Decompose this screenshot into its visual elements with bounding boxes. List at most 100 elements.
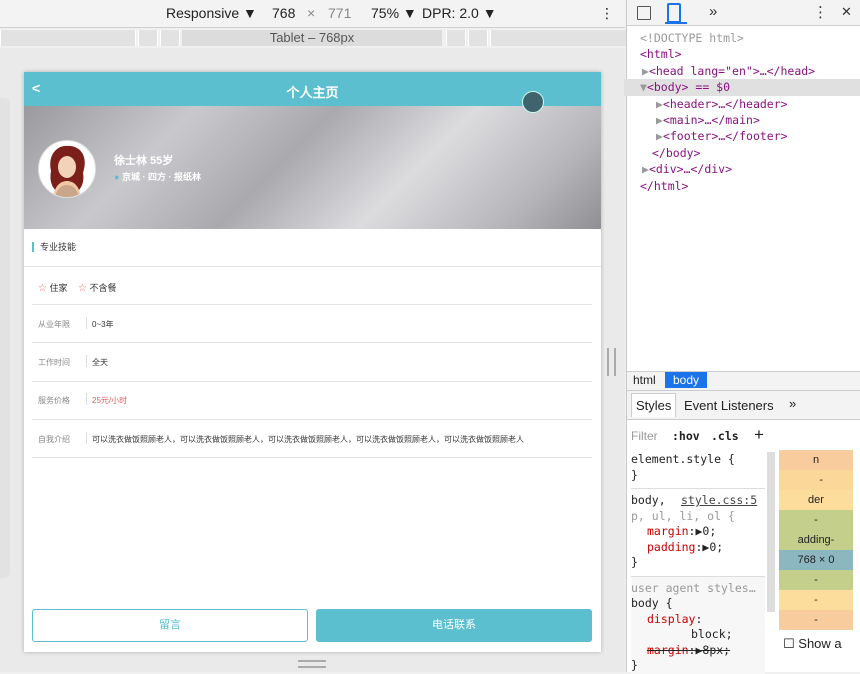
hov-toggle[interactable]: :hov [672,429,700,443]
devtools-toolbar: » ⋮ ✕ [627,0,860,26]
show-all-checkbox[interactable]: ☐ Show a [783,636,842,652]
box-model-content: 768 × 0 [779,550,853,570]
divider [32,457,592,458]
box-model-border: - [779,590,853,610]
star-outline-icon: ☆ [38,283,47,294]
ruler-segment[interactable] [446,30,466,46]
row-separator [86,393,87,405]
more-tabs-icon[interactable]: » [789,396,796,411]
device-toolbar: Responsive ▼ 768 × 771 75% ▼ DPR: 2.0 ▼ … [0,0,625,28]
intro-value: 可以洗衣做饭照顾老人，可以洗衣做饭照顾老人，可以洗衣做饭照顾老人，可以洗衣做饭照… [92,435,524,444]
call-button[interactable]: 电话联系 [316,609,592,642]
divider [32,381,592,382]
dom-node[interactable]: ▶<main>…</main> [640,112,860,128]
scrollbar[interactable] [767,452,775,612]
row-label: 从业年限 [38,320,70,329]
tab-styles[interactable]: Styles [631,393,677,417]
box-model-padding: adding- [779,530,853,550]
device-mode-select[interactable]: Responsive ▼ [166,5,257,21]
close-icon[interactable]: ✕ [841,4,852,20]
dom-node-selected[interactable]: ▼<body> == $0 [624,79,860,96]
box-model-border: der [779,490,853,510]
resize-handle[interactable] [607,348,616,376]
dom-node[interactable]: ▶<head lang="en">…</head> [640,63,860,79]
profile-banner: 徐士林 55岁 ● 京城 · 四方 · 报纸林 [24,106,601,229]
box-model-margin: - [779,470,853,490]
star-outline-icon: ☆ [78,283,87,294]
more-options-icon[interactable]: ⋮ [813,3,828,21]
dom-node[interactable]: <!DOCTYPE html> [640,30,860,46]
side-panel [0,98,10,578]
zoom-select[interactable]: 75% ▼ [371,5,417,21]
more-tabs-icon[interactable]: » [709,3,717,20]
skill-tag: ☆ 不含餐 [78,283,117,294]
dom-node[interactable]: <html> [640,46,860,62]
divider [24,266,601,267]
section-title: 专业技能 [32,242,76,252]
row-label: 工作时间 [38,358,70,367]
avatar [38,140,96,198]
row-separator [86,432,87,444]
dom-node[interactable]: </html> [640,178,860,194]
box-model-diagram: n - der - adding- 768 × 0 - - - ☐ Show a [779,420,860,660]
ruler-segment[interactable] [160,30,180,46]
crumb-body[interactable]: body [665,372,708,388]
price-value: 25元/小时 [92,396,128,405]
dom-node[interactable]: ▶<div>…</div> [640,161,860,177]
box-model-margin: - [779,610,853,630]
divider [32,342,592,343]
page-title: 个人主页 [286,85,339,100]
dom-node[interactable]: ▶<footer>…</footer> [640,128,860,144]
styles-filter-bar: Filter :hov .cls + [627,423,777,447]
dpr-select[interactable]: DPR: 2.0 ▼ [422,5,497,21]
dom-node[interactable]: </body> [640,145,860,161]
touch-cursor-icon [522,91,544,113]
row-value: 全天 [92,358,108,367]
css-rule[interactable]: body, style.css:5 p, ul, li, ol { margin… [631,488,765,571]
dom-node[interactable]: ▶<header>…</header> [640,96,860,112]
media-query-ruler: Tablet – 768px [0,28,627,48]
ruler-segment[interactable] [490,30,627,46]
message-button[interactable]: 留言 [32,609,308,642]
active-tab-indicator [665,22,687,24]
profile-location: ● 京城 · 四方 · 报纸林 [114,172,201,182]
box-model-padding: - [779,570,853,590]
row-separator [86,317,87,329]
box-model-border: - [779,510,853,530]
source-link[interactable]: style.css:5 [681,493,757,509]
dimension-separator: × [307,5,316,21]
divider [32,304,592,305]
row-label: 服务价格 [38,396,70,405]
divider [32,419,592,420]
ruler-segment[interactable] [468,30,488,46]
ruler-label[interactable]: Tablet – 768px [182,30,442,46]
profile-name: 徐士林 55岁 [114,155,174,167]
location-pin-icon: ● [114,172,120,182]
row-separator [86,355,87,367]
filter-input[interactable]: Filter [631,429,658,443]
breadcrumb: html body [627,371,860,391]
styles-pane: element.style {} body, style.css:5 p, ul… [631,452,765,674]
viewport-width-input[interactable]: 768 [272,5,295,21]
add-rule-icon[interactable]: + [754,425,764,445]
skill-tag: ☆ 住家 [38,283,68,294]
resize-handle-bottom[interactable] [298,660,326,668]
box-model-margin: n [779,450,853,470]
app-header: < 个人主页 [24,72,601,106]
element-style-rule[interactable]: element.style {} [631,452,765,483]
device-toggle-icon[interactable] [667,3,681,23]
ua-rule[interactable]: user agent styles… body { display: block… [631,575,765,674]
devtools-panel: » ⋮ ✕ <!DOCTYPE html> <html> ▶<head lang… [624,0,860,674]
crumb-html[interactable]: html [633,373,656,387]
device-viewport: < 个人主页 徐士林 55岁 ● 京城 · 四方 · 报纸林 专业技能 ☆ 住家… [24,72,601,652]
row-label: 自我介绍 [38,435,70,444]
ruler-segment[interactable] [0,30,136,46]
tab-event-listeners[interactable]: Event Listeners [684,398,774,413]
inspect-element-icon[interactable] [637,6,651,20]
ruler-segment[interactable] [138,30,158,46]
styles-tabs: Styles Event Listeners » [627,391,860,420]
viewport-height-input[interactable]: 771 [328,5,351,21]
dom-tree: <!DOCTYPE html> <html> ▶<head lang="en">… [624,30,860,194]
more-options-icon[interactable]: ⋮ [600,5,614,22]
cls-toggle[interactable]: .cls [711,429,739,443]
